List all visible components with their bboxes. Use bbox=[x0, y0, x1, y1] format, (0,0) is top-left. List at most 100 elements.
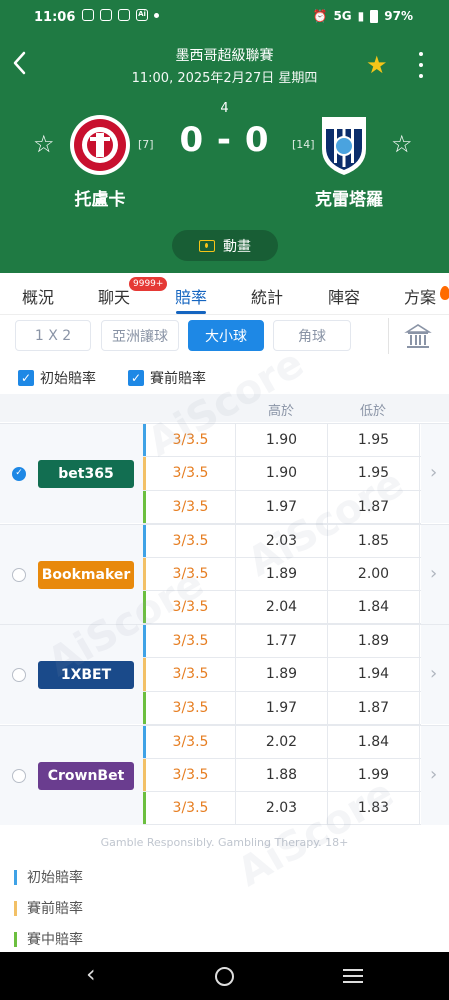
bookmaker-logo: bet365 bbox=[38, 460, 134, 488]
nav-home-icon[interactable] bbox=[215, 967, 234, 986]
odds-row[interactable]: 3/3.5 1.97 1.87 bbox=[143, 490, 421, 524]
nav-back-icon[interactable]: ‹ bbox=[86, 960, 96, 988]
checkbox-icon: ✓ bbox=[128, 370, 144, 386]
odds-over: 1.89 bbox=[236, 658, 328, 691]
pitch-icon bbox=[199, 239, 215, 252]
odds-row[interactable]: 3/3.5 1.90 1.95 bbox=[143, 457, 421, 491]
odds-row[interactable]: 3/3.5 1.90 1.95 bbox=[143, 424, 421, 458]
bookmaker-block[interactable]: ✓ bet365 3/3.5 1.90 1.95 3/3.5 1.90 1.95 3/3.5 1.… bbox=[0, 423, 449, 524]
favorite-star-icon[interactable]: ★ bbox=[366, 51, 388, 79]
odds-row[interactable]: 3/3.5 2.03 1.85 bbox=[143, 524, 421, 558]
battery-level: 97% bbox=[384, 9, 413, 23]
odds-under: 1.85 bbox=[328, 524, 420, 557]
odds-row[interactable]: 3/3.5 1.97 1.87 bbox=[143, 691, 421, 725]
bookmaker-select-radio[interactable]: ✓ bbox=[12, 467, 26, 481]
match-header: 11:06 Ai ⏰ 5G ▮ 97% 墨西哥超級聯賽 11:00, 2025年… bbox=[0, 0, 449, 273]
prematch-odds-checkbox[interactable]: ✓ 賽前賠率 bbox=[128, 368, 206, 388]
legend-label: 賽前賠率 bbox=[27, 901, 83, 917]
chevron-right-icon[interactable]: › bbox=[430, 764, 437, 785]
chevron-right-icon[interactable]: › bbox=[430, 663, 437, 684]
bookmaker-select-radio[interactable] bbox=[12, 668, 26, 682]
odds-grid: 3/3.5 2.03 1.85 3/3.5 1.89 2.00 3/3.5 2.04 1.84 bbox=[143, 524, 421, 625]
legend-color bbox=[14, 900, 17, 916]
alarm-icon: ⏰ bbox=[312, 9, 328, 23]
odds-over: 1.90 bbox=[236, 457, 328, 490]
market-over-under[interactable]: 大小球 bbox=[188, 320, 264, 351]
odds-row[interactable]: 3/3.5 1.88 1.99 bbox=[143, 758, 421, 793]
system-nav-bar: ‹ bbox=[0, 952, 449, 1000]
bookmaker-block[interactable]: Bookmaker 3/3.5 2.03 1.85 3/3.5 1.89 2.00 3/3.5… bbox=[0, 523, 449, 625]
nav-recents-icon[interactable] bbox=[343, 969, 363, 983]
odds-line: 3/3.5 bbox=[146, 625, 236, 658]
tab-chat[interactable]: 聊天 bbox=[98, 284, 130, 308]
odds-row[interactable]: 3/3.5 2.03 1.83 bbox=[143, 792, 421, 826]
tab-stats[interactable]: 統計 bbox=[251, 284, 283, 308]
market-corners[interactable]: 角球 bbox=[273, 320, 351, 351]
odds-over: 2.03 bbox=[236, 524, 328, 557]
header-under: 低於 bbox=[360, 404, 387, 419]
bank-icon[interactable] bbox=[404, 322, 432, 350]
odds-line: 3/3.5 bbox=[146, 758, 236, 792]
bookmaker-select-radio[interactable] bbox=[12, 768, 26, 783]
bookmaker-block[interactable]: CrownBet 3/3.5 2.02 1.84 3/3.5 1.88 1.99 3/3.5 2… bbox=[0, 724, 449, 826]
odds-under: 1.89 bbox=[328, 625, 420, 658]
chat-badge: 9999+ bbox=[129, 277, 168, 291]
market-asian-handicap[interactable]: 亞洲讓球 bbox=[101, 320, 179, 351]
odds-under: 1.87 bbox=[328, 691, 420, 724]
ai-icon: Ai bbox=[136, 9, 148, 21]
bookmaker-select-radio[interactable] bbox=[12, 567, 26, 582]
animation-label: 動畫 bbox=[223, 238, 251, 255]
tab-overview[interactable]: 概況 bbox=[22, 284, 54, 308]
odds-row[interactable]: 3/3.5 1.89 1.94 bbox=[143, 658, 421, 692]
odds-row[interactable]: 3/3.5 2.02 1.84 bbox=[143, 725, 421, 759]
odds-line: 3/3.5 bbox=[146, 725, 236, 758]
odds-line: 3/3.5 bbox=[146, 424, 236, 457]
odds-under: 1.95 bbox=[328, 457, 420, 490]
odds-line: 3/3.5 bbox=[146, 691, 236, 724]
odds-over: 1.77 bbox=[236, 625, 328, 658]
bookmaker-block[interactable]: 1XBET 3/3.5 1.77 1.89 3/3.5 1.89 1.94 3/3.5 1.97… bbox=[0, 624, 449, 725]
line-icon bbox=[100, 9, 112, 21]
tab-lineup[interactable]: 陣容 bbox=[328, 284, 360, 308]
home-team-name[interactable]: 托盧卡 bbox=[30, 185, 170, 210]
odds-over: 2.04 bbox=[236, 591, 328, 624]
prematch-odds-label: 賽前賠率 bbox=[150, 371, 206, 387]
odds-over: 1.90 bbox=[236, 424, 328, 457]
odds-over: 1.97 bbox=[236, 490, 328, 523]
odds-line: 3/3.5 bbox=[146, 658, 236, 691]
disclaimer: Gamble Responsibly. Gambling Therapy. 18… bbox=[100, 836, 349, 849]
tab-plans[interactable]: 方案 bbox=[404, 284, 436, 308]
odds-over: 2.02 bbox=[236, 725, 328, 758]
status-bar: 11:06 Ai ⏰ 5G ▮ 97% bbox=[0, 0, 449, 36]
chevron-right-icon[interactable]: › bbox=[430, 462, 437, 483]
status-time: 11:06 bbox=[34, 10, 76, 25]
chevron-right-icon[interactable]: › bbox=[430, 563, 437, 584]
instagram-icon bbox=[82, 9, 94, 21]
animation-button[interactable]: 動畫 bbox=[172, 230, 278, 261]
legend-prematch: 賽前賠率 bbox=[14, 898, 83, 918]
network-label: 5G bbox=[333, 9, 352, 23]
away-team-name[interactable]: 克雷塔羅 bbox=[279, 185, 419, 210]
odds-grid: 3/3.5 1.90 1.95 3/3.5 1.90 1.95 3/3.5 1.97 1.87 bbox=[143, 424, 421, 524]
flame-icon bbox=[440, 286, 449, 300]
market-1x2[interactable]: 1 X 2 bbox=[15, 320, 91, 351]
match-score: 0 - 0 bbox=[179, 120, 270, 160]
odds-over: 1.97 bbox=[236, 691, 328, 724]
header-over: 高於 bbox=[268, 404, 295, 419]
active-tab-indicator bbox=[176, 311, 206, 314]
odds-under: 1.87 bbox=[328, 490, 420, 523]
checkbox-icon: ✓ bbox=[18, 370, 34, 386]
tab-odds[interactable]: 賠率 bbox=[175, 284, 207, 308]
odds-row[interactable]: 3/3.5 1.89 2.00 bbox=[143, 557, 421, 592]
odds-table-header: 高於 低於 bbox=[0, 394, 449, 422]
odds-row[interactable]: 3/3.5 1.77 1.89 bbox=[143, 625, 421, 659]
odds-over: 2.03 bbox=[236, 792, 328, 825]
initial-odds-label: 初始賠率 bbox=[40, 371, 96, 387]
initial-odds-checkbox[interactable]: ✓ 初始賠率 bbox=[18, 368, 96, 388]
bookmaker-logo: 1XBET bbox=[38, 661, 134, 689]
legend-label: 賽中賠率 bbox=[27, 932, 83, 948]
odds-under: 2.00 bbox=[328, 557, 420, 591]
more-menu-icon[interactable] bbox=[412, 52, 430, 78]
odds-row[interactable]: 3/3.5 2.04 1.84 bbox=[143, 591, 421, 625]
bookmaker-logo: Bookmaker bbox=[38, 560, 134, 589]
